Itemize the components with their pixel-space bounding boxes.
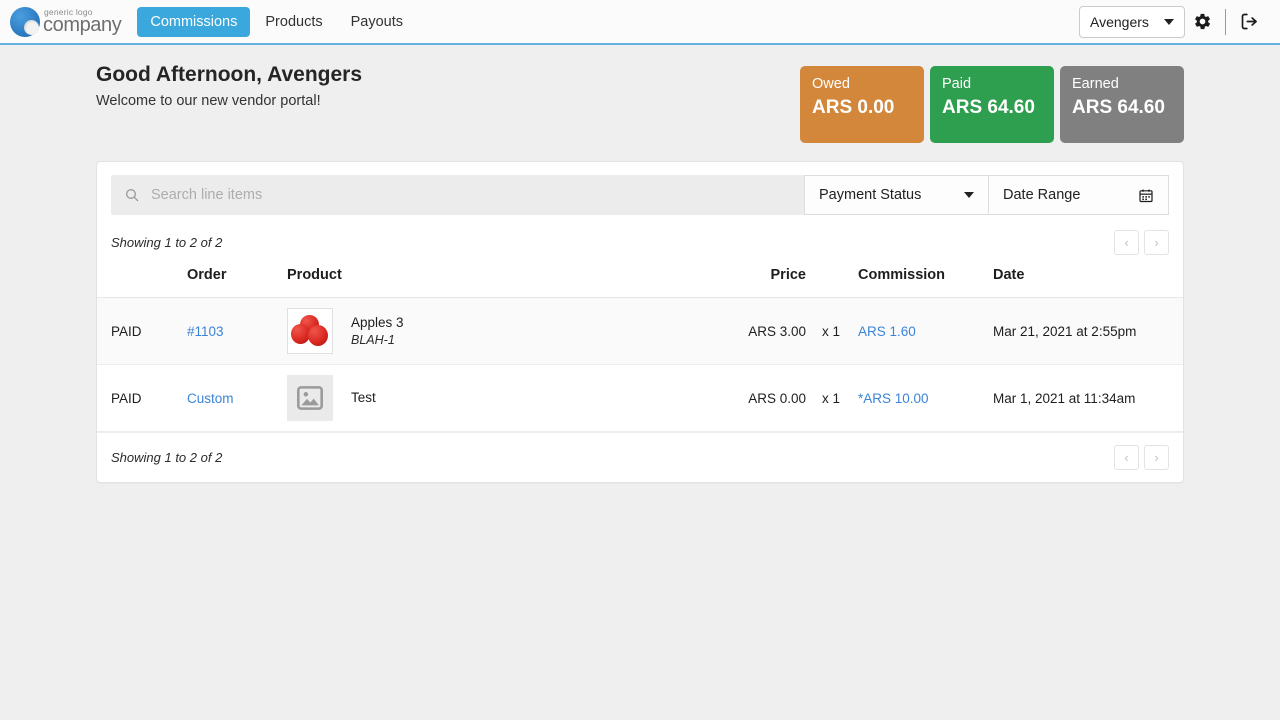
stat-label-owed: Owed <box>812 76 912 93</box>
circle-logo-icon <box>10 7 40 37</box>
product-cell: Test <box>287 375 734 421</box>
cell-quantity: x 1 <box>806 365 858 432</box>
date-range-label: Date Range <box>1003 187 1080 203</box>
stat-value-paid: ARS 64.60 <box>942 97 1042 119</box>
nav-link-payouts[interactable]: Payouts <box>338 7 416 37</box>
image-placeholder-icon <box>297 386 323 410</box>
payment-status-select[interactable]: Payment Status <box>804 175 989 215</box>
status-badge: PAID <box>111 391 142 406</box>
page-body: Good Afternoon, Avengers Welcome to our … <box>0 45 1280 483</box>
date-range-picker[interactable]: Date Range <box>989 175 1169 215</box>
cell-price: ARS 3.00 <box>734 298 806 365</box>
stat-card-owed: Owed ARS 0.00 <box>800 66 924 143</box>
nav-link-commissions[interactable]: Commissions <box>137 7 250 37</box>
prev-page-button-bottom[interactable]: ‹ <box>1114 445 1139 470</box>
image-placeholder-thumbnail[interactable] <box>287 375 333 421</box>
pager-bottom: ‹ › <box>1114 445 1169 470</box>
brand-logo[interactable]: generic logo company <box>10 7 121 37</box>
apple-image-icon <box>291 315 329 347</box>
cell-product: Apples 3 BLAH-1 <box>287 298 734 365</box>
showing-count-bottom: Showing 1 to 2 of 2 <box>111 450 222 465</box>
nav-link-products[interactable]: Products <box>252 7 335 37</box>
cell-commission: *ARS 10.00 <box>858 365 993 432</box>
pagination-top: Showing 1 to 2 of 2 ‹ › <box>97 215 1183 261</box>
search-placeholder: Search line items <box>151 187 262 203</box>
cell-date: Mar 1, 2021 at 11:34am <box>993 365 1183 432</box>
status-badge: PAID <box>111 324 142 339</box>
table-row: PAID #1103 <box>97 298 1183 365</box>
chevron-down-icon <box>964 192 974 198</box>
col-header-order: Order <box>187 261 287 298</box>
stat-label-earned: Earned <box>1072 76 1172 93</box>
showing-count-top: Showing 1 to 2 of 2 <box>111 235 222 250</box>
order-link[interactable]: #1103 <box>187 324 224 339</box>
col-header-qty <box>806 261 858 298</box>
page-title: Good Afternoon, Avengers <box>96 63 362 87</box>
next-page-button-bottom[interactable]: › <box>1144 445 1169 470</box>
brand-name: company <box>43 15 121 35</box>
table-header-row: Order Product Price Commission Date <box>97 261 1183 298</box>
account-select-value: Avengers <box>1090 14 1149 30</box>
cell-product: Test <box>287 365 734 432</box>
nav-right-group: Avengers <box>1079 5 1266 39</box>
product-sku: BLAH-1 <box>351 333 404 347</box>
product-text: Apples 3 BLAH-1 <box>351 315 404 348</box>
brand-text: generic logo company <box>43 8 121 35</box>
greeting-block: Good Afternoon, Avengers Welcome to our … <box>96 63 362 109</box>
commission-link[interactable]: *ARS 10.00 <box>858 391 929 406</box>
cell-status: PAID <box>97 298 187 365</box>
table-body: PAID #1103 <box>97 298 1183 432</box>
stat-label-paid: Paid <box>942 76 1042 93</box>
col-header-product: Product <box>287 261 734 298</box>
col-header-status <box>97 261 187 298</box>
settings-button[interactable] <box>1185 5 1219 39</box>
pager-top: ‹ › <box>1114 230 1169 255</box>
logout-button[interactable] <box>1232 5 1266 39</box>
product-text: Test <box>351 390 376 407</box>
nav-divider <box>1225 9 1226 35</box>
search-input[interactable]: Search line items <box>111 175 804 215</box>
payment-status-label: Payment Status <box>819 187 921 203</box>
col-header-price: Price <box>734 261 806 298</box>
table-row: PAID Custom <box>97 365 1183 432</box>
col-header-commission: Commission <box>858 261 993 298</box>
next-page-button-top[interactable]: › <box>1144 230 1169 255</box>
page-subtitle: Welcome to our new vendor portal! <box>96 93 362 109</box>
page-header: Good Afternoon, Avengers Welcome to our … <box>96 45 1184 143</box>
product-cell: Apples 3 BLAH-1 <box>287 308 734 354</box>
pagination-bottom: Showing 1 to 2 of 2 ‹ › <box>97 432 1183 482</box>
col-header-date: Date <box>993 261 1183 298</box>
search-icon <box>124 187 140 203</box>
order-link[interactable]: Custom <box>187 391 234 406</box>
account-select[interactable]: Avengers <box>1079 6 1185 38</box>
logout-icon <box>1239 11 1260 32</box>
cell-order: #1103 <box>187 298 287 365</box>
stat-card-earned: Earned ARS 64.60 <box>1060 66 1184 143</box>
product-name: Apples 3 <box>351 315 404 332</box>
nav-links: Commissions Products Payouts <box>137 7 416 37</box>
cell-order: Custom <box>187 365 287 432</box>
commissions-panel: Search line items Payment Status Date Ra… <box>96 161 1184 483</box>
top-navbar: generic logo company Commissions Product… <box>0 0 1280 45</box>
stat-value-owed: ARS 0.00 <box>812 97 912 119</box>
filters-bar: Search line items Payment Status Date Ra… <box>111 175 1169 215</box>
cell-date: Mar 21, 2021 at 2:55pm <box>993 298 1183 365</box>
apples-thumbnail[interactable] <box>287 308 333 354</box>
stat-value-earned: ARS 64.60 <box>1072 97 1172 119</box>
commission-link[interactable]: ARS 1.60 <box>858 324 916 339</box>
commissions-table: Order Product Price Commission Date PAID… <box>97 261 1183 432</box>
prev-page-button-top[interactable]: ‹ <box>1114 230 1139 255</box>
gear-icon <box>1193 12 1212 31</box>
stats-cards: Owed ARS 0.00 Paid ARS 64.60 Earned ARS … <box>800 66 1184 143</box>
cell-price: ARS 0.00 <box>734 365 806 432</box>
product-name: Test <box>351 390 376 407</box>
cell-status: PAID <box>97 365 187 432</box>
cell-commission: ARS 1.60 <box>858 298 993 365</box>
chevron-down-icon <box>1164 19 1174 25</box>
table-head: Order Product Price Commission Date <box>97 261 1183 298</box>
stat-card-paid: Paid ARS 64.60 <box>930 66 1054 143</box>
cell-quantity: x 1 <box>806 298 858 365</box>
calendar-icon <box>1138 187 1154 204</box>
